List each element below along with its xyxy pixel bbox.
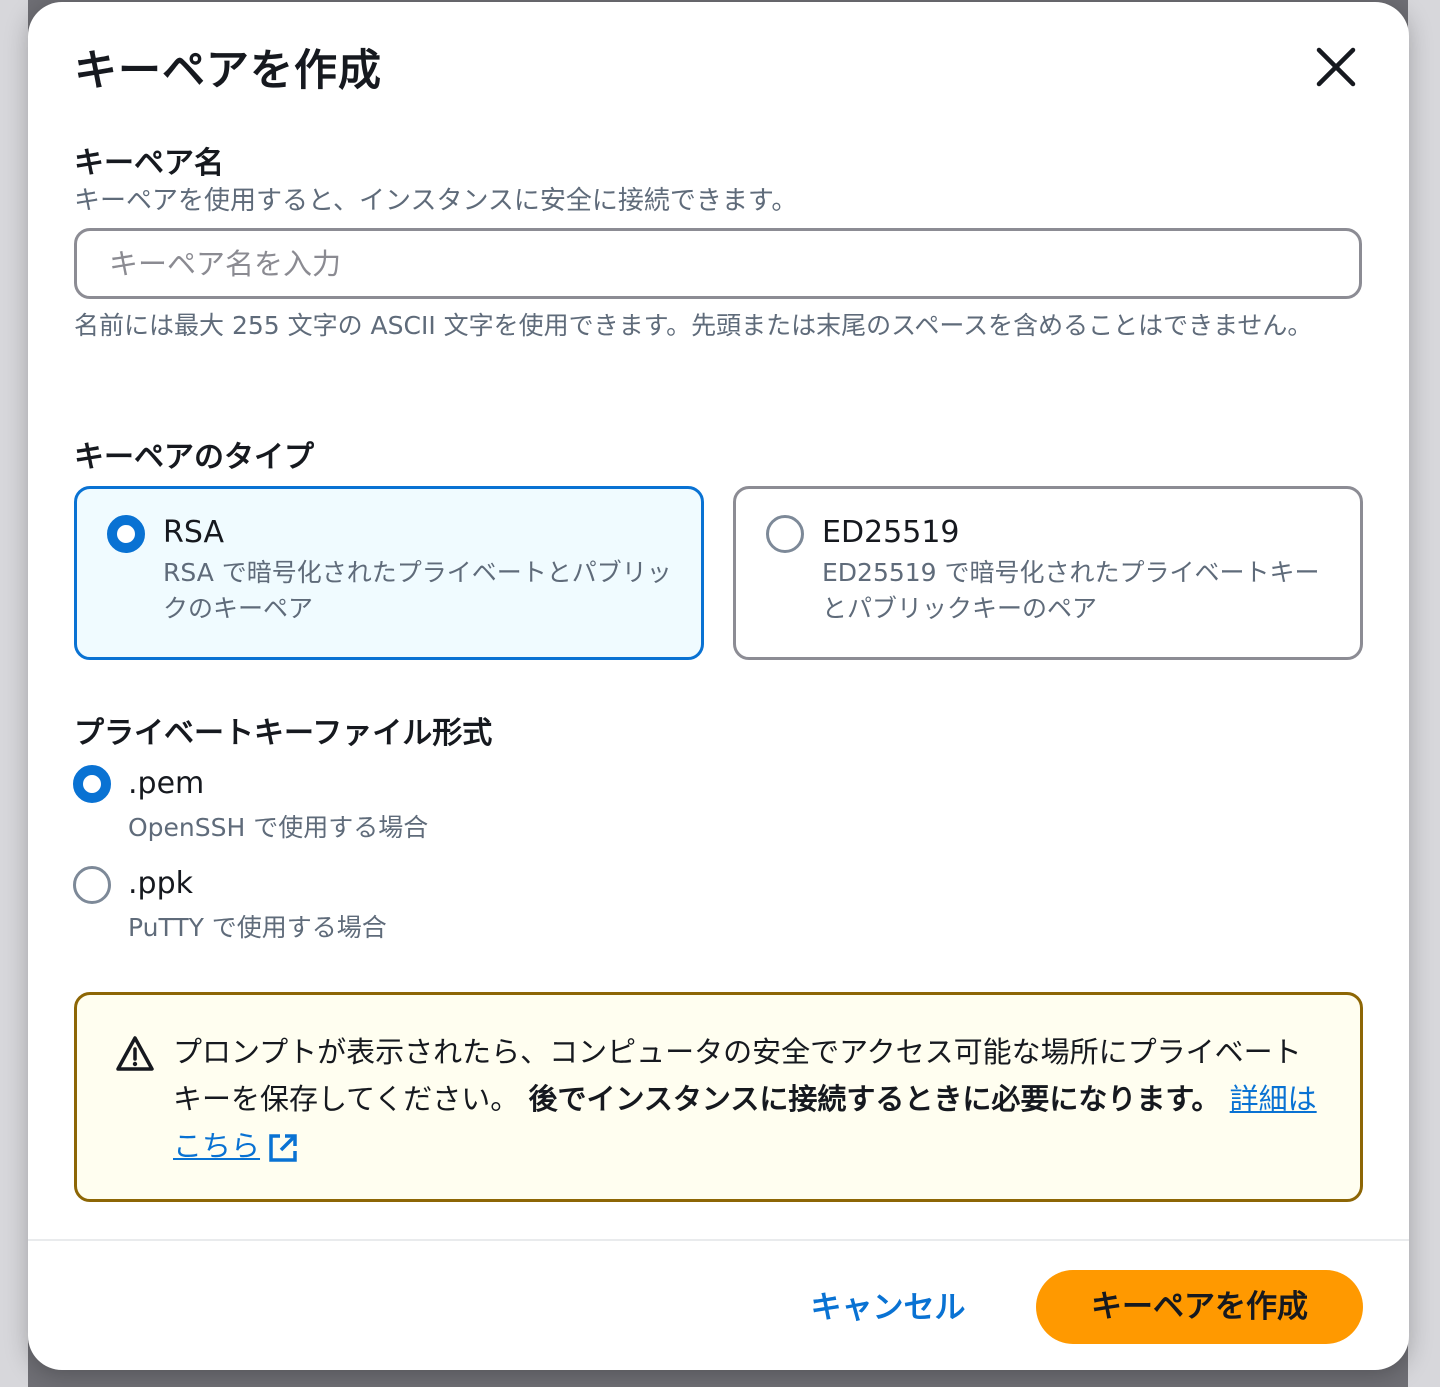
radio-ppk-unselected-icon[interactable] [73,866,111,904]
radio-unselected-icon[interactable] [766,515,804,553]
key-type-tile-rsa[interactable]: RSA RSA で暗号化されたプライベートとパブリックのキーペア [74,486,704,660]
format-pem-name: .pem [128,766,205,801]
warning-alert-emphasis: 後でインスタンスに接続するときに必要になります。 [528,1082,1221,1116]
key-type-ed25519-description: ED25519 で暗号化されたプライベートキーとパブリックキーのペア [822,558,1320,623]
key-type-rsa-name: RSA [163,515,224,550]
format-ppk-description: PuTTY で使用する場合 [128,913,387,942]
cancel-button[interactable]: キャンセル [788,1272,988,1344]
warning-alert: プロンプトが表示されたら、コンピュータの安全でアクセス可能な場所にプライベートキ… [74,992,1363,1202]
format-pem-description: OpenSSH で使用する場合 [128,813,429,842]
format-ppk-name: .ppk [128,866,193,901]
radio-selected-icon[interactable] [107,515,145,553]
key-type-ed25519-name: ED25519 [822,515,960,550]
footer-divider [28,1239,1409,1241]
key-name-label: キーペア名 [74,146,224,181]
background-page-right [1408,0,1440,1387]
modal-title: キーペアを作成 [74,46,382,96]
warning-alert-text: プロンプトが表示されたら、コンピュータの安全でアクセス可能な場所にプライベートキ… [173,1029,1323,1170]
file-format-label: プライベートキーファイル形式 [74,716,493,751]
key-name-input[interactable] [74,228,1362,299]
warning-icon [116,1036,154,1071]
background-page-left [0,0,28,1387]
close-icon[interactable] [1311,42,1361,92]
radio-pem-selected-icon[interactable] [73,765,111,803]
external-link-icon[interactable] [266,1131,300,1165]
create-key-pair-modal: キーペアを作成 キーペア名 キーペアを使用すると、インスタンスに安全に接続できま… [28,2,1409,1370]
key-type-label: キーペアのタイプ [74,440,314,475]
key-name-constraint: 名前には最大 255 文字の ASCII 文字を使用できます。先頭または末尾のス… [74,311,1313,340]
key-type-tile-ed25519[interactable]: ED25519 ED25519 で暗号化されたプライベートキーとパブリックキーの… [733,486,1363,660]
key-type-rsa-description: RSA で暗号化されたプライベートとパブリックのキーペア [163,558,672,623]
create-key-pair-button[interactable]: キーペアを作成 [1036,1270,1363,1344]
key-name-description: キーペアを使用すると、インスタンスに安全に接続できます。 [74,186,798,216]
